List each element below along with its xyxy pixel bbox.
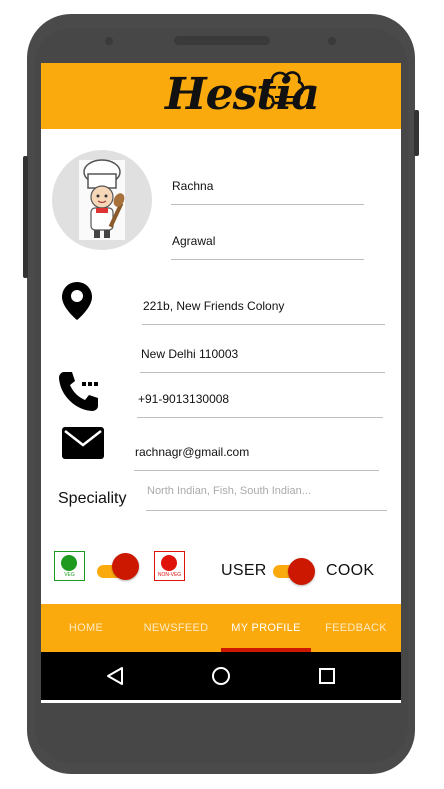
first-name-underline [171,204,364,205]
recents-icon[interactable] [317,666,337,686]
back-icon[interactable] [105,666,125,686]
diet-toggle[interactable] [97,553,143,583]
first-name-field[interactable]: Rachna [172,179,213,193]
diet-toggle-knob [112,553,139,580]
bottom-navigation: HOME NEWSFEED MY PROFILE FEEDBACK [41,604,401,652]
phone-underline [137,417,383,418]
tab-feedback[interactable]: FEEDBACK [311,604,401,652]
address-line1-underline [142,324,385,325]
speciality-underline [146,510,387,511]
power-button [414,110,419,156]
speciality-input[interactable]: North Indian, Fish, South Indian... [147,485,311,497]
home-icon[interactable] [211,666,231,686]
chef-hat-icon [264,71,304,105]
speaker-grille [174,36,270,45]
veg-icon: VEG [54,551,85,581]
app-header: Hestia [41,63,401,129]
last-name-field[interactable]: Agrawal [172,234,215,248]
system-navigation-bar [41,652,401,700]
tab-my-profile[interactable]: MY PROFILE [221,604,311,652]
speciality-label: Speciality [58,490,127,507]
veg-label: VEG [64,572,75,578]
app-screen: Hestia Rachna Agrawal 221b, New Friends … [41,63,401,703]
mail-icon [62,427,104,459]
email-underline [134,470,379,471]
location-pin-icon [62,282,92,320]
tab-home[interactable]: HOME [41,604,131,652]
cook-role-label: COOK [326,562,375,579]
tab-newsfeed[interactable]: NEWSFEED [131,604,221,652]
address-line1-field[interactable]: 221b, New Friends Colony [143,299,284,313]
role-toggle-knob [288,558,315,585]
profile-avatar[interactable] [52,150,152,250]
phone-icon [59,372,98,411]
email-field[interactable]: rachnagr@gmail.com [135,445,249,459]
chef-avatar-image [79,159,125,240]
user-role-label: USER [221,562,267,579]
phone-field[interactable]: +91-9013130008 [138,392,229,406]
role-toggle[interactable] [273,558,319,585]
nonveg-icon: NON-VEG [154,551,185,581]
last-name-underline [171,259,364,260]
address-line2-field[interactable]: New Delhi 110003 [141,347,238,361]
front-camera [105,37,113,45]
nonveg-label: NON-VEG [157,572,182,578]
volume-button [23,156,28,278]
sensor [328,37,336,45]
address-line2-underline [140,372,385,373]
